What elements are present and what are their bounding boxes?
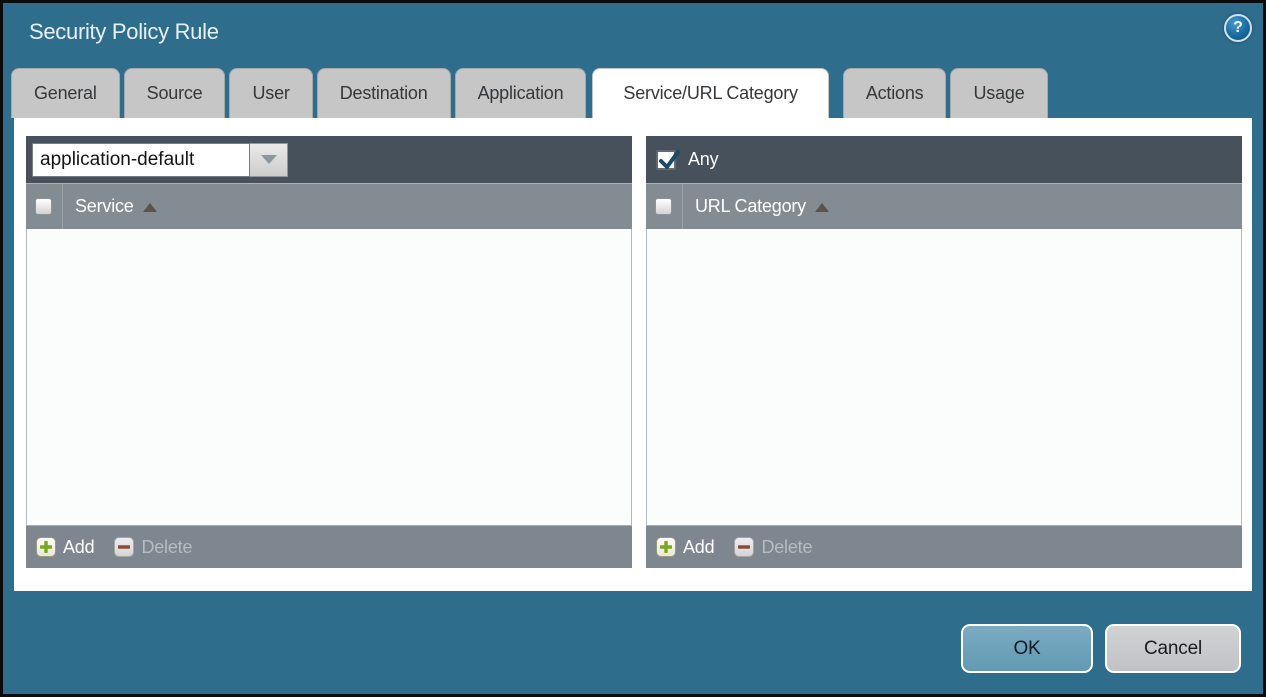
- url-category-add-label: Add: [683, 537, 714, 558]
- url-category-table-footer: Add Delete: [646, 525, 1242, 568]
- security-policy-rule-dialog: Security Policy Rule ? General Source Us…: [0, 0, 1266, 697]
- minus-icon: [114, 537, 134, 557]
- cancel-button[interactable]: Cancel: [1105, 624, 1241, 673]
- url-category-column-sort[interactable]: URL Category: [695, 196, 829, 217]
- url-category-table-header: URL Category: [646, 183, 1242, 229]
- help-icon[interactable]: ?: [1224, 14, 1252, 42]
- tab-content: Service Add Delete: [14, 118, 1252, 591]
- tab-usage[interactable]: Usage: [950, 68, 1047, 118]
- tab-service-url-category[interactable]: Service/URL Category: [592, 68, 828, 118]
- any-checkbox[interactable]: [656, 150, 676, 170]
- url-category-select-all-checkbox[interactable]: [655, 198, 672, 215]
- url-category-add-button[interactable]: Add: [656, 537, 714, 558]
- sort-asc-icon: [815, 203, 829, 212]
- tab-source[interactable]: Source: [124, 68, 226, 118]
- service-column-sort[interactable]: Service: [75, 196, 157, 217]
- service-table-header: Service: [26, 183, 632, 229]
- checkmark-icon: [656, 148, 682, 174]
- service-toolbar: [26, 136, 632, 183]
- plus-icon: [36, 537, 56, 557]
- url-category-panel: Any URL Category Add: [646, 136, 1242, 568]
- any-label: Any: [688, 149, 718, 170]
- url-category-delete-label: Delete: [761, 537, 812, 558]
- service-type-input[interactable]: [32, 143, 250, 177]
- column-divider: [62, 184, 63, 229]
- tab-actions[interactable]: Actions: [843, 68, 947, 118]
- service-column-label: Service: [75, 196, 134, 217]
- column-divider: [682, 184, 683, 229]
- service-type-dropdown-button[interactable]: [250, 143, 288, 177]
- dialog-title: Security Policy Rule: [29, 19, 219, 45]
- service-add-label: Add: [63, 537, 94, 558]
- service-select-all-checkbox[interactable]: [35, 198, 52, 215]
- url-category-column-label: URL Category: [695, 196, 806, 217]
- tab-strip: General Source User Destination Applicat…: [11, 68, 1052, 118]
- service-add-button[interactable]: Add: [36, 537, 94, 558]
- service-type-combobox: [32, 143, 288, 177]
- tab-destination[interactable]: Destination: [317, 68, 451, 118]
- tab-general[interactable]: General: [11, 68, 120, 118]
- sort-asc-icon: [143, 203, 157, 212]
- url-category-delete-button[interactable]: Delete: [734, 537, 812, 558]
- url-category-table-body: [646, 229, 1242, 525]
- ok-button[interactable]: OK: [961, 624, 1093, 673]
- service-delete-label: Delete: [141, 537, 192, 558]
- chevron-down-icon: [261, 155, 277, 164]
- service-table-body: [26, 229, 632, 525]
- minus-icon: [734, 537, 754, 557]
- service-panel: Service Add Delete: [26, 136, 632, 568]
- service-delete-button[interactable]: Delete: [114, 537, 192, 558]
- url-category-toolbar: Any: [646, 136, 1242, 183]
- tab-application[interactable]: Application: [455, 68, 587, 118]
- tab-user[interactable]: User: [229, 68, 312, 118]
- service-table-footer: Add Delete: [26, 525, 632, 568]
- plus-icon: [656, 537, 676, 557]
